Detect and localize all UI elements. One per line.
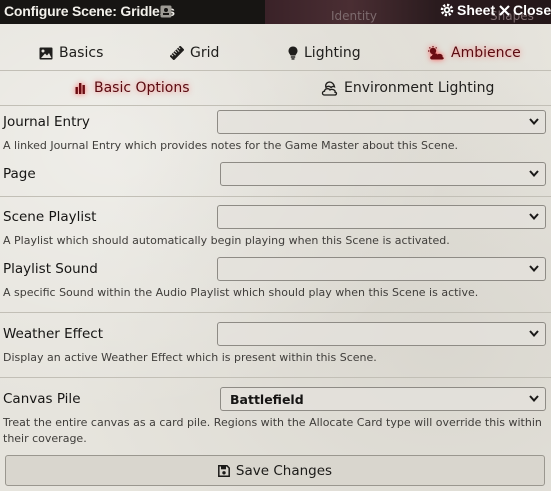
chevron-down-icon xyxy=(529,265,539,272)
main-tabs: Basics Grid Lighting Ambience xyxy=(0,36,551,71)
section-divider xyxy=(0,196,551,197)
subtab-basic-options-label: Basic Options xyxy=(94,80,190,96)
sub-tabs: Basic Options Environment Lighting xyxy=(0,71,551,106)
page-select[interactable] xyxy=(220,162,546,186)
save-icon xyxy=(217,464,230,477)
section-divider xyxy=(0,377,551,378)
gear-icon xyxy=(440,3,454,17)
canvas-pile-value: Battlefield xyxy=(230,391,304,407)
journal-entry-label: Journal Entry xyxy=(3,114,90,130)
playlist-sound-select[interactable] xyxy=(217,257,546,281)
chevron-down-icon xyxy=(529,395,539,402)
scene-config-window: Identity Shapes Configure Scene: Gridles… xyxy=(0,0,551,491)
journal-entry-hint: A linked Journal Entry which provides no… xyxy=(3,139,459,152)
journal-entry-select[interactable] xyxy=(217,110,546,134)
page-label: Page xyxy=(3,166,36,182)
chevron-down-icon xyxy=(529,330,539,337)
close-icon xyxy=(499,4,510,16)
cloud-sun-icon xyxy=(428,46,444,60)
tab-lighting-label: Lighting xyxy=(304,45,361,61)
canvas-pile-select[interactable]: Battlefield xyxy=(220,387,546,411)
subtab-environment-lighting-label: Environment Lighting xyxy=(344,80,495,96)
bars-icon xyxy=(75,83,85,94)
subtab-environment-lighting[interactable]: Environment Lighting xyxy=(320,71,494,105)
weather-effect-label: Weather Effect xyxy=(3,326,103,342)
tab-ambience[interactable]: Ambience xyxy=(427,36,521,70)
window-titlebar[interactable]: Identity Shapes Configure Scene: Gridles… xyxy=(0,0,551,24)
chevron-down-icon xyxy=(529,213,539,220)
playlist-sound-hint: A specific Sound within the Audio Playli… xyxy=(3,286,479,299)
window-title: Configure Scene: Gridless xyxy=(4,3,175,19)
section-divider xyxy=(0,312,551,313)
tab-grid[interactable]: Grid xyxy=(170,36,219,70)
weather-effect-select[interactable] xyxy=(217,322,546,346)
ruler-icon xyxy=(170,46,184,60)
close-button[interactable]: Close xyxy=(499,2,551,18)
playlist-sound-label: Playlist Sound xyxy=(3,261,98,277)
scene-playlist-label: Scene Playlist xyxy=(3,209,97,225)
chevron-down-icon xyxy=(529,170,539,177)
tab-basics-label: Basics xyxy=(59,45,104,61)
image-icon xyxy=(39,47,53,59)
tab-grid-label: Grid xyxy=(190,45,220,61)
save-changes-button[interactable]: Save Changes xyxy=(5,455,545,486)
tab-lighting[interactable]: Lighting xyxy=(288,36,361,70)
lightbulb-icon xyxy=(288,46,298,60)
canvas-pile-label: Canvas Pile xyxy=(3,391,81,407)
id-card-icon xyxy=(160,5,172,18)
close-label: Close xyxy=(513,2,551,18)
tab-basics[interactable]: Basics xyxy=(39,36,103,70)
canvas-pile-hint: Treat the entire canvas as a card pile. … xyxy=(3,416,542,445)
chevron-down-icon xyxy=(529,118,539,125)
background-tab-identity: Identity xyxy=(331,9,377,23)
sheet-label: Sheet xyxy=(457,2,496,18)
weather-effect-hint: Display an active Weather Effect which i… xyxy=(3,351,377,364)
scene-playlist-hint: A Playlist which should automatically be… xyxy=(3,234,450,247)
cloud-moon-icon xyxy=(321,80,338,96)
sheet-button[interactable]: Sheet xyxy=(440,2,495,18)
tab-ambience-label: Ambience xyxy=(451,45,521,61)
subtab-basic-options[interactable]: Basic Options xyxy=(75,71,190,105)
scene-playlist-select[interactable] xyxy=(217,205,546,229)
save-changes-label: Save Changes xyxy=(235,462,333,479)
